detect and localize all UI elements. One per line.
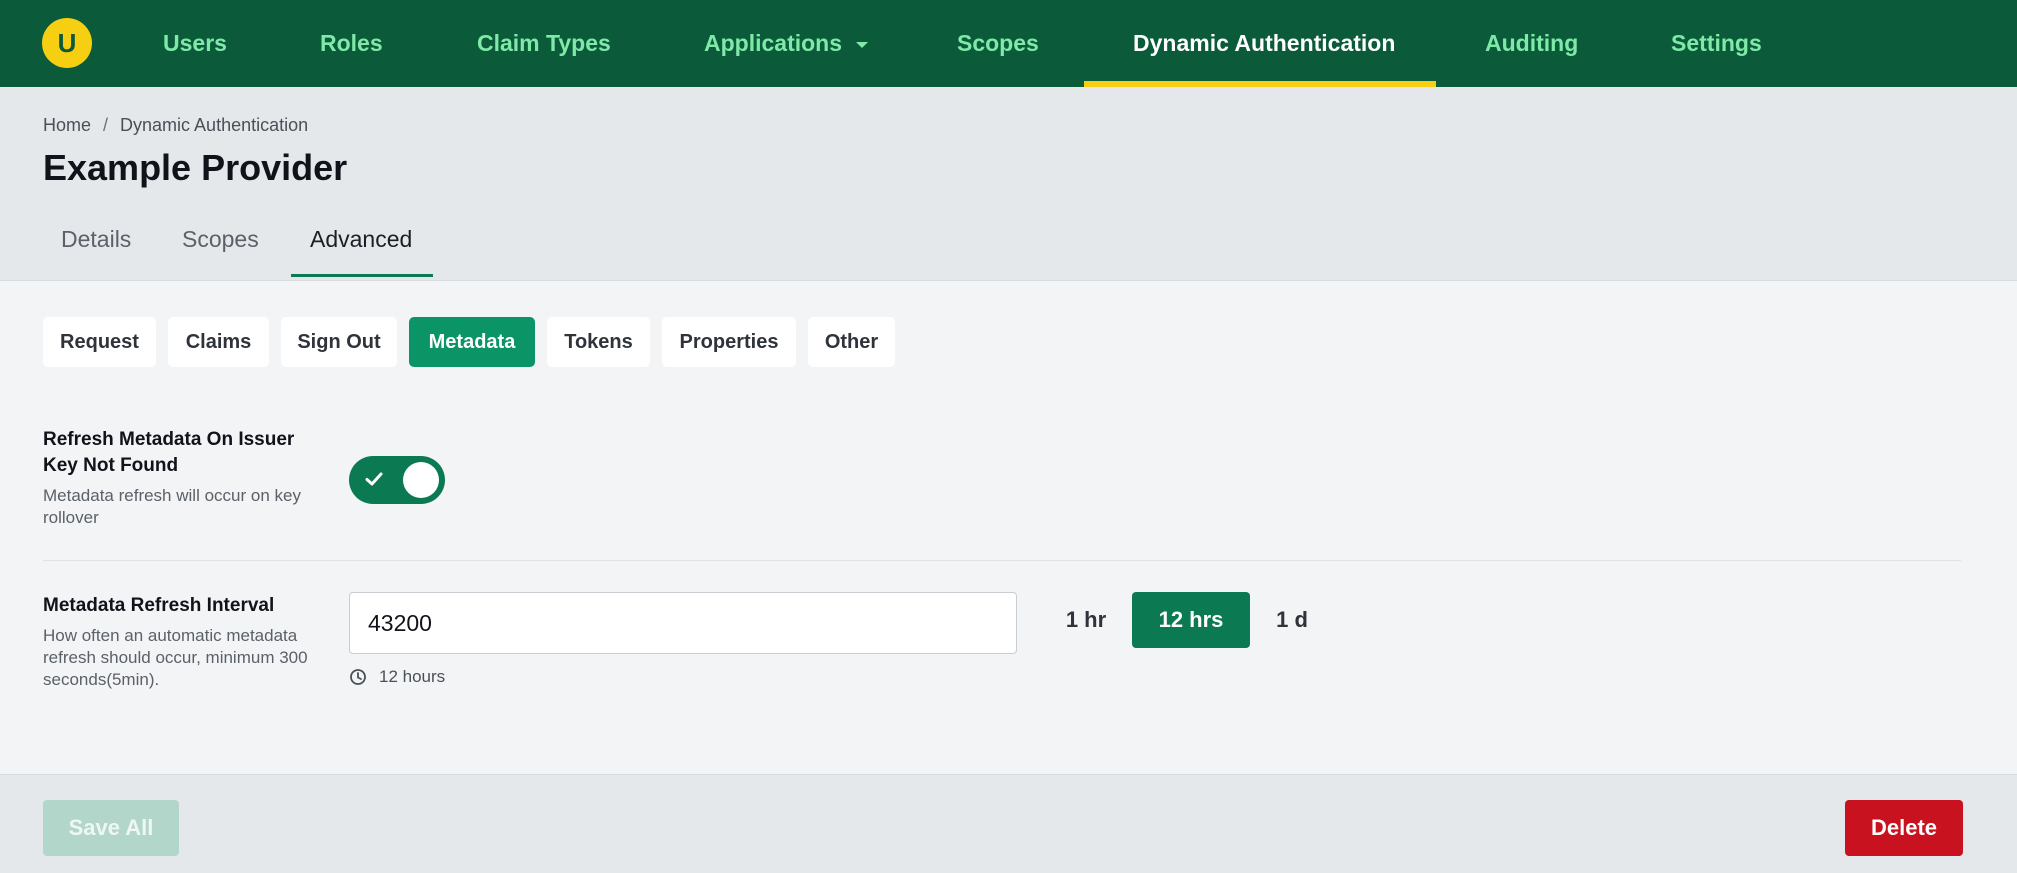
breadcrumb-separator: /	[103, 115, 109, 135]
refresh-on-key-not-found-label-line1: Refresh Metadata On Issuer	[43, 429, 295, 450]
nav-item-roles[interactable]: Roles	[320, 0, 383, 87]
footer-action-bar: Save All Delete	[0, 774, 2017, 873]
tab-details[interactable]: Details	[61, 226, 131, 253]
refresh-interval-hint: 12 hours	[349, 667, 445, 687]
nav-item-dynamic-authentication[interactable]: Dynamic Authentication	[1133, 0, 1395, 87]
top-navigation-bar: U Users Roles Claim Types Applications S…	[0, 0, 2017, 87]
subtab-tokens[interactable]: Tokens	[547, 317, 650, 367]
breadcrumb-home-link[interactable]: Home	[43, 115, 91, 136]
app-logo[interactable]: U	[42, 18, 92, 68]
subtab-other[interactable]: Other	[808, 317, 895, 367]
chevron-down-icon	[856, 41, 869, 48]
save-all-button[interactable]: Save All	[43, 800, 179, 856]
active-tab-indicator	[291, 274, 433, 277]
refresh-on-key-not-found-desc-line1: Metadata refresh will occur on key	[43, 486, 301, 505]
active-nav-indicator	[1084, 81, 1436, 87]
refresh-interval-desc-line1: How often an automatic metadata	[43, 626, 298, 645]
preset-12-hours-button[interactable]: 12 hrs	[1132, 592, 1250, 648]
nav-item-auditing[interactable]: Auditing	[1485, 0, 1578, 87]
breadcrumb: Home / Dynamic Authentication	[43, 115, 308, 136]
refresh-interval-label: Metadata Refresh Interval	[43, 595, 275, 616]
nav-item-users[interactable]: Users	[163, 0, 227, 87]
subtab-claims[interactable]: Claims	[168, 317, 269, 367]
refresh-on-key-not-found-toggle[interactable]	[349, 456, 445, 504]
nav-item-applications-label: Applications	[704, 30, 843, 56]
refresh-on-key-not-found-label-line2: Key Not Found	[43, 455, 179, 476]
tab-advanced[interactable]: Advanced	[310, 226, 412, 253]
refresh-interval-desc-line3: seconds(5min).	[43, 670, 160, 689]
preset-1-hour-button[interactable]: 1 hr	[1054, 592, 1118, 648]
logo-letter: U	[57, 28, 77, 58]
refresh-on-key-not-found-desc-line2: rollover	[43, 508, 99, 527]
nav-item-settings[interactable]: Settings	[1671, 0, 1762, 87]
refresh-interval-input[interactable]	[349, 592, 1017, 654]
subtab-metadata[interactable]: Metadata	[409, 317, 535, 367]
breadcrumb-current[interactable]: Dynamic Authentication	[120, 115, 308, 136]
checkmark-icon	[365, 472, 383, 486]
refresh-interval-hint-text: 12 hours	[379, 667, 446, 686]
refresh-interval-desc-line2: refresh should occur, minimum 300	[43, 648, 308, 667]
toggle-knob	[403, 462, 439, 498]
tab-scopes[interactable]: Scopes	[182, 226, 259, 253]
subtab-sign-out[interactable]: Sign Out	[281, 317, 397, 367]
advanced-settings-panel: Request Claims Sign Out Metadata Tokens …	[0, 280, 2017, 774]
delete-button[interactable]: Delete	[1845, 800, 1963, 856]
preset-1-day-button[interactable]: 1 d	[1264, 592, 1320, 648]
clock-icon	[350, 669, 366, 685]
page-title: Example Provider	[43, 147, 348, 188]
subtab-request[interactable]: Request	[43, 317, 156, 367]
nav-item-scopes[interactable]: Scopes	[957, 0, 1039, 87]
field-divider	[43, 560, 1961, 561]
subtab-properties[interactable]: Properties	[662, 317, 796, 367]
nav-item-claim-types[interactable]: Claim Types	[477, 0, 611, 87]
nav-item-applications[interactable]: Applications	[704, 0, 869, 87]
